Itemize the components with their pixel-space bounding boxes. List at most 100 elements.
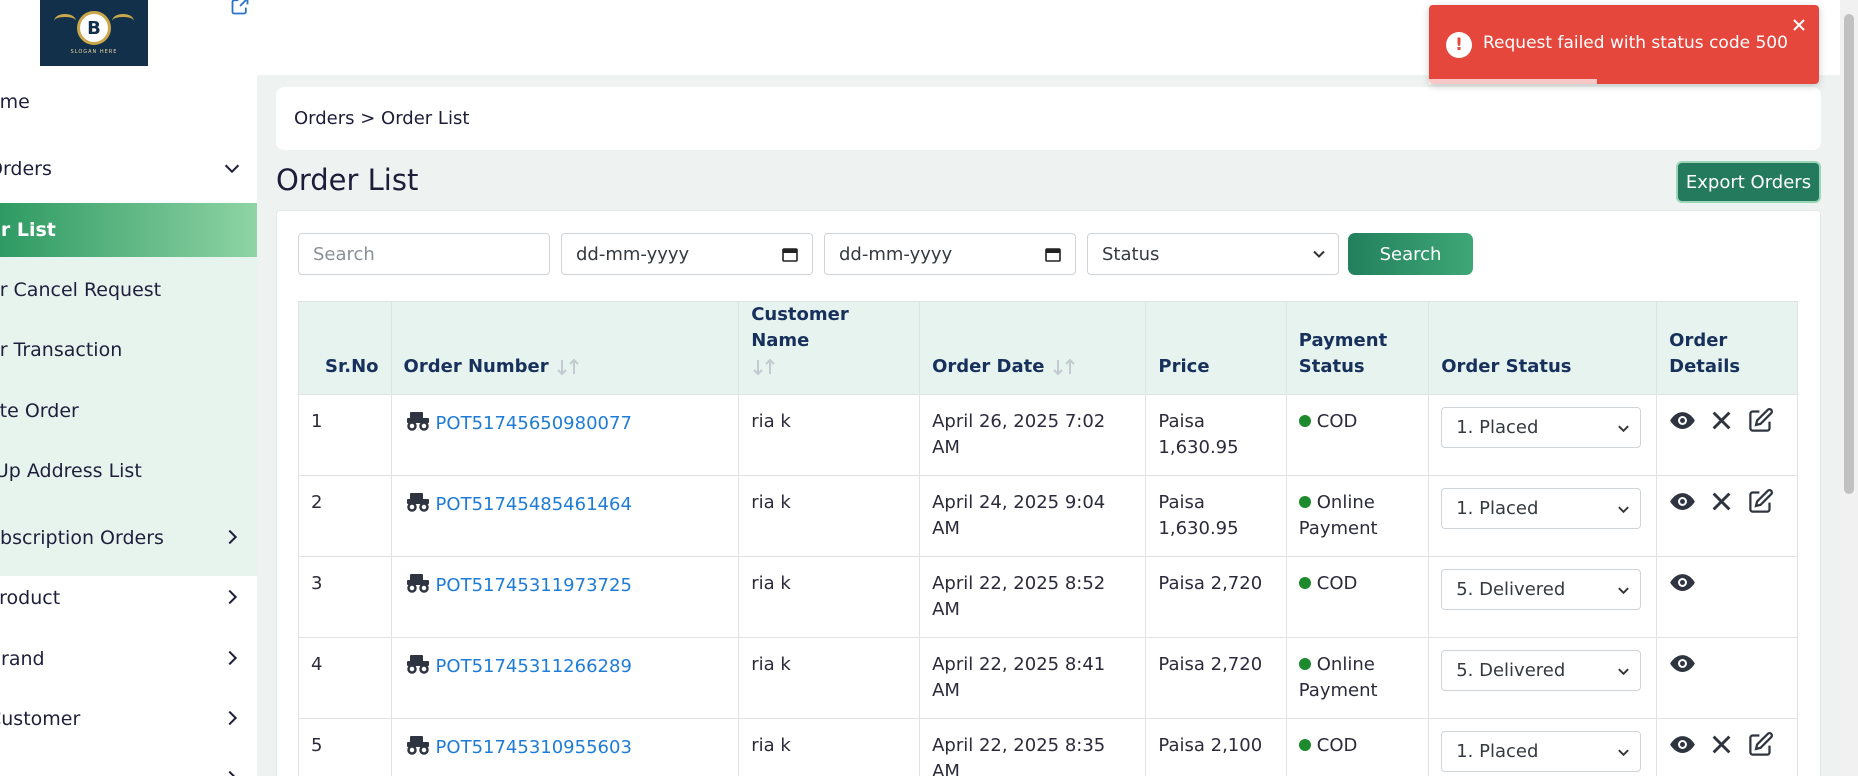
row-actions: [1669, 731, 1785, 758]
sort-icon[interactable]: [555, 358, 581, 376]
search-input[interactable]: Search: [298, 233, 550, 275]
order-status-select[interactable]: 1. Placed: [1441, 731, 1642, 772]
page-title: Order List: [276, 163, 419, 197]
col-sr-no: Sr.No: [298, 301, 392, 395]
sidebar-item-orders[interactable]: Orders: [0, 142, 257, 196]
cell-order-number: POT51745311266289: [390, 637, 740, 719]
page-scrollbar[interactable]: [1840, 0, 1858, 776]
cell-order-status: 1. Placed: [1428, 475, 1658, 557]
export-orders-button[interactable]: Export Orders: [1676, 161, 1821, 203]
sidebar-item-subscription-orders[interactable]: ubscription Orders: [0, 511, 257, 565]
date-to-input[interactable]: dd-mm-yyyy: [824, 233, 1076, 275]
col-order-number[interactable]: Order Number: [390, 301, 740, 395]
col-price-label: Price: [1158, 356, 1210, 377]
table-header-row: Sr.No Order Number Customer Name Order D…: [298, 301, 1798, 395]
status-select[interactable]: Status: [1087, 233, 1339, 275]
chevron-down-icon: [1618, 587, 1630, 595]
order-status-select[interactable]: 1. Placed: [1441, 407, 1642, 448]
search-button[interactable]: Search: [1348, 233, 1473, 275]
cell-customer-name: ria k: [738, 718, 921, 776]
col-payment-status-label: Payment Status: [1298, 330, 1388, 377]
sidebar-item-product[interactable]: Product: [0, 571, 257, 625]
payment-status-dot-icon: [1298, 415, 1311, 427]
sidebar-item-create-order[interactable]: ate Order: [0, 384, 257, 438]
edit-icon[interactable]: [1747, 407, 1774, 434]
col-order-date[interactable]: Order Date: [919, 301, 1147, 395]
col-sr-no-label: Sr.No: [325, 356, 379, 377]
chevron-down-icon: [1618, 425, 1630, 433]
cell-order-number: POT51745310955603: [390, 718, 740, 776]
cell-price: Paisa 1,630.95: [1145, 394, 1287, 476]
order-status-select[interactable]: 5. Delivered: [1441, 569, 1642, 610]
view-icon[interactable]: [1669, 407, 1696, 434]
payment-status-dot-icon: [1298, 577, 1311, 589]
customer-name: ria k: [751, 735, 791, 756]
sidebar-item-label: er Cancel Request: [0, 279, 162, 301]
cell-customer-name: ria k: [738, 475, 921, 557]
cell-order-details: [1656, 718, 1798, 776]
sr-no: 1: [311, 411, 323, 432]
order-status-select[interactable]: 5. Delivered: [1441, 650, 1642, 691]
sort-icon[interactable]: [751, 358, 777, 376]
scrollbar-thumb[interactable]: [1844, 14, 1854, 494]
date-from-input[interactable]: dd-mm-yyyy: [561, 233, 813, 275]
col-price: Price: [1145, 301, 1287, 395]
sidebar-item-label: -Up Address List: [0, 460, 142, 482]
calendar-icon[interactable]: [1045, 246, 1061, 262]
payment-status: COD: [1316, 411, 1358, 432]
table-row: 3 POT51745311973725 ria k April 22, 2025 8:…: [298, 556, 1798, 638]
external-link-icon[interactable]: [230, 0, 250, 16]
col-customer-name-label: Customer Name: [751, 304, 849, 351]
cancel-icon[interactable]: [1708, 488, 1735, 515]
truck-icon: [406, 493, 429, 512]
view-icon[interactable]: [1669, 650, 1696, 677]
table-row: 2 POT51745485461464 ria k April 24, 2025 9:…: [298, 475, 1798, 557]
cell-order-status: 1. Placed: [1428, 718, 1658, 776]
price: Paisa 1,630.95: [1158, 411, 1239, 458]
view-icon[interactable]: [1669, 569, 1696, 596]
cancel-icon[interactable]: [1708, 407, 1735, 434]
cancel-icon[interactable]: [1708, 731, 1735, 758]
order-number-link[interactable]: POT51745311266289: [436, 656, 632, 677]
calendar-icon[interactable]: [782, 246, 798, 262]
col-order-details-label: Order Details: [1669, 330, 1741, 377]
price: Paisa 2,720: [1158, 654, 1263, 675]
order-status-select[interactable]: 1. Placed: [1441, 488, 1642, 529]
chevron-right-icon: [228, 650, 238, 666]
brand-logo[interactable]: B SLOGAN HERE: [40, 0, 148, 66]
sidebar-item-order-cancel-request[interactable]: er Cancel Request: [0, 263, 257, 317]
sort-icon[interactable]: [1051, 358, 1077, 376]
col-customer-name[interactable]: Customer Name: [738, 301, 921, 395]
cell-customer-name: ria k: [738, 556, 921, 638]
col-order-details: Order Details: [1656, 301, 1798, 395]
order-number-link[interactable]: POT51745650980077: [436, 413, 632, 434]
order-number-link[interactable]: POT51745310955603: [436, 737, 632, 758]
sidebar-item-brand[interactable]: Brand: [0, 632, 257, 686]
edit-icon[interactable]: [1747, 731, 1774, 758]
close-icon[interactable]: [1791, 17, 1807, 33]
logo-wings-icon: [54, 14, 134, 40]
table-row: 4 POT51745311266289 ria k April 22, 2025 8:…: [298, 637, 1798, 719]
date-from-value: dd-mm-yyyy: [576, 243, 690, 265]
sidebar-item-pickup-address-list[interactable]: -Up Address List: [0, 444, 257, 498]
cell-sr-no: 5: [298, 718, 392, 776]
view-icon[interactable]: [1669, 731, 1696, 758]
toast-message: Request failed with status code 500: [1483, 33, 1788, 53]
sidebar-item-label: Orders: [0, 158, 52, 180]
sidebar-item-home[interactable]: ome: [0, 75, 257, 129]
payment-status: COD: [1316, 735, 1358, 756]
sidebar-item-customer[interactable]: Customer: [0, 692, 257, 746]
view-icon[interactable]: [1669, 488, 1696, 515]
sidebar-item-order-transaction[interactable]: er Transaction: [0, 323, 257, 377]
cell-sr-no: 4: [298, 637, 392, 719]
order-number-link[interactable]: POT51745311973725: [436, 575, 632, 596]
sidebar-item-order-list[interactable]: er List: [0, 203, 257, 257]
sidebar-item-partial[interactable]: [0, 752, 257, 776]
cell-order-status: 5. Delivered: [1428, 556, 1658, 638]
customer-name: ria k: [751, 492, 791, 513]
cell-order-number: POT51745485461464: [390, 475, 740, 557]
order-number-link[interactable]: POT51745485461464: [436, 494, 632, 515]
cell-order-date: April 22, 2025 8:52 AM: [919, 556, 1147, 638]
cell-order-number: POT51745650980077: [390, 394, 740, 476]
edit-icon[interactable]: [1747, 488, 1774, 515]
